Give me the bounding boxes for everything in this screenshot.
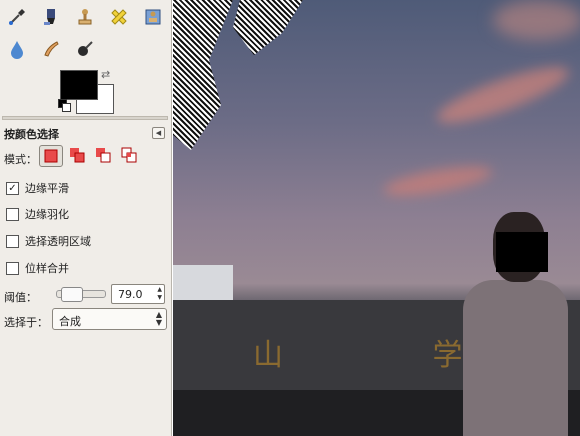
selection-marching-ants	[173, 0, 233, 150]
pink-cloud	[493, 0, 580, 40]
color-picker-icon[interactable]	[4, 4, 30, 30]
clone-stamp-icon[interactable]	[72, 4, 98, 30]
panel-divider[interactable]	[2, 116, 168, 120]
swap-colors-icon[interactable]: ⇄	[101, 68, 110, 81]
tool-options-panel: ⇄ 按颜色选择 ◀ 模式： ✓ 边缘平滑 边缘羽化 选择透明区域 位样合并 阈值…	[0, 0, 172, 436]
threshold-spinbutton[interactable]: 79.0 ▲ ▼	[111, 284, 165, 304]
pink-cloud	[432, 56, 574, 134]
toolbox-row-2	[4, 36, 98, 62]
dodge-burn-icon[interactable]	[72, 36, 98, 62]
selection-marching-ants	[233, 0, 303, 55]
image-canvas[interactable]: 山 学	[173, 0, 580, 436]
reset-colors-icon[interactable]	[58, 99, 71, 112]
sample-merged-checkbox[interactable]: 位样合并	[6, 260, 69, 276]
select-transparent-label: 选择透明区域	[25, 235, 91, 248]
toolbox-row-1	[4, 4, 166, 30]
select-by-label: 选择于：	[4, 316, 48, 329]
blur-icon[interactable]	[4, 36, 30, 62]
antialias-checkmark: ✓	[6, 181, 19, 195]
select-by-dropdown[interactable]: 合成 ▲ ▼	[52, 308, 167, 330]
perspective-clone-icon[interactable]	[140, 4, 166, 30]
sample-merged-label: 位样合并	[25, 262, 69, 275]
dropdown-arrows-icon: ▲ ▼	[155, 310, 162, 327]
pink-cloud	[381, 160, 495, 202]
spin-arrows-icon[interactable]: ▲ ▼	[157, 286, 162, 302]
mode-intersect-button[interactable]	[118, 145, 140, 165]
feather-label: 边缘羽化	[25, 208, 69, 221]
mode-add-button[interactable]	[66, 145, 88, 165]
select-by-value: 合成	[59, 315, 81, 328]
mode-label: 模式：	[4, 153, 37, 166]
antialias-checkbox[interactable]: ✓ 边缘平滑	[6, 180, 69, 196]
threshold-value[interactable]: 79.0	[118, 288, 143, 301]
select-transparent-checkbox[interactable]: 选择透明区域	[6, 233, 91, 249]
face-redaction	[496, 232, 548, 272]
heal-icon[interactable]	[106, 4, 132, 30]
feather-checkbox[interactable]: 边缘羽化	[6, 206, 69, 222]
threshold-slider-handle[interactable]	[61, 287, 83, 302]
smudge-icon[interactable]	[38, 36, 64, 62]
threshold-label: 阈值：	[4, 291, 37, 304]
antialias-label: 边缘平滑	[25, 182, 69, 195]
threshold-slider[interactable]	[56, 287, 106, 302]
mode-subtract-button[interactable]	[92, 145, 114, 165]
ink-icon[interactable]	[38, 4, 64, 30]
options-menu-button[interactable]: ◀	[152, 127, 165, 139]
foreground-color-swatch[interactable]	[60, 70, 98, 100]
tool-options-title: 按颜色选择	[4, 128, 59, 141]
person	[463, 280, 568, 436]
mode-replace-button[interactable]	[39, 145, 63, 167]
